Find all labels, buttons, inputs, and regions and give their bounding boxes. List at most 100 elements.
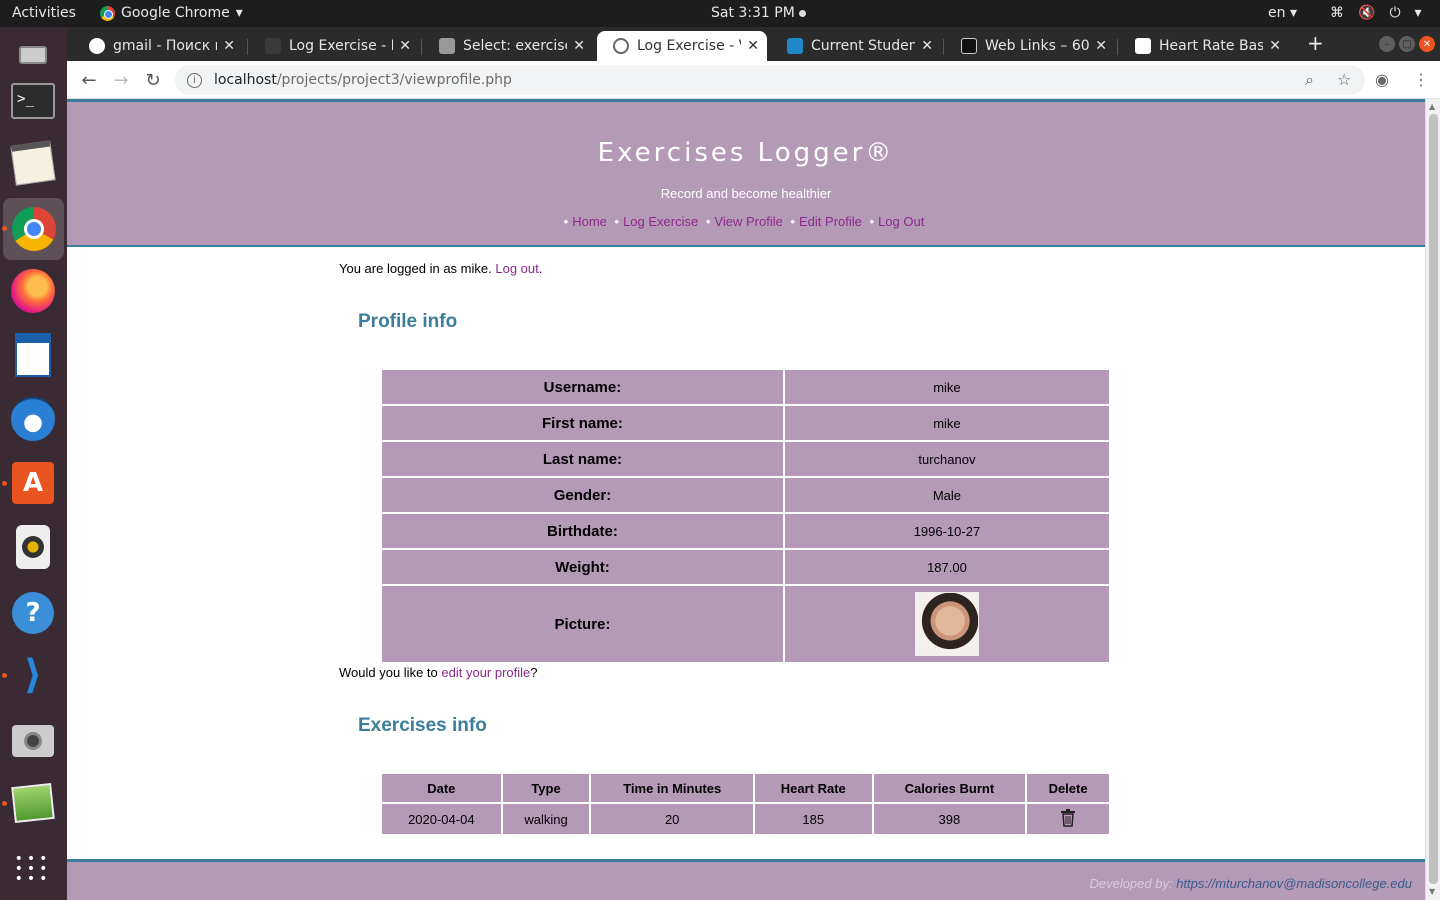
trash-icon[interactable] <box>1060 808 1076 830</box>
minimize-button[interactable]: – <box>1379 36 1395 52</box>
nav-home-link[interactable]: Home <box>572 214 607 229</box>
close-icon[interactable]: ✕ <box>1269 38 1281 54</box>
help-icon[interactable]: ? <box>9 589 57 637</box>
scroll-down-icon[interactable]: ▼ <box>1429 887 1435 896</box>
table-header-row: Date Type Time in Minutes Heart Rate Cal… <box>382 774 1109 802</box>
close-window-button[interactable]: ✕ <box>1419 36 1435 52</box>
show-apps-icon[interactable]: ••• ••• ••• <box>9 845 57 893</box>
zoom-icon[interactable]: ⌕ <box>1305 70 1314 90</box>
tab[interactable]: Current Students ✕ <box>771 31 941 61</box>
software-center-icon[interactable]: A <box>9 459 57 507</box>
app-menu-label: Google Chrome <box>121 5 230 21</box>
scroll-up-icon[interactable]: ▲ <box>1429 102 1435 111</box>
tab[interactable]: Log Exercise - Heart ✕ <box>249 31 419 61</box>
web-page: Exercises Logger® Record and become heal… <box>67 99 1425 900</box>
close-icon[interactable]: ✕ <box>399 38 411 54</box>
table-row: Username: mike <box>382 370 1109 404</box>
login-status-period: . <box>538 261 543 276</box>
new-tab-button[interactable]: + <box>1307 31 1324 55</box>
tab[interactable]: Web Links – 609 ✕ <box>945 31 1115 61</box>
bookmark-star-icon[interactable]: ☆ <box>1337 70 1351 89</box>
exercise-calories: 398 <box>873 804 1026 834</box>
developer-credit: Developed by: https://mturchanov@madison… <box>1089 876 1412 891</box>
power-icon: ⏻ <box>1389 5 1401 21</box>
url-host: localhost <box>214 72 277 88</box>
volume-mute-icon: 🔇 <box>1358 5 1376 21</box>
edit-profile-prompt: Would you like to edit your profile? <box>339 665 538 680</box>
chevron-down-icon: ▾ <box>235 5 243 21</box>
tab-title: gmail - Поиск в Google <box>113 38 217 54</box>
edit-profile-link[interactable]: edit your profile <box>441 665 530 680</box>
close-icon[interactable]: ✕ <box>1095 38 1107 54</box>
firefox-icon[interactable] <box>9 267 57 315</box>
column-header: Heart Rate <box>754 774 872 802</box>
tab[interactable]: gmail - Поиск в Google ✕ <box>73 31 243 61</box>
thunderbird-icon[interactable] <box>9 395 57 443</box>
running-indicator <box>2 481 7 486</box>
profile-label: Birthdate: <box>382 514 783 548</box>
site-footer: Developed by: https://mturchanov@madison… <box>67 859 1425 900</box>
close-icon[interactable]: ✕ <box>747 38 759 54</box>
tab[interactable]: Select: exercise_log ✕ <box>423 31 593 61</box>
tab-active[interactable]: Log Exercise - View ✕ <box>597 31 767 61</box>
language-label: en <box>1268 5 1286 21</box>
logout-link[interactable]: Log out <box>495 261 538 276</box>
globe-icon <box>613 38 629 54</box>
profile-avatar-icon[interactable]: ◉ <box>1375 70 1389 89</box>
chrome-icon[interactable] <box>3 198 64 260</box>
tab-title: Select: exercise_log <box>463 38 567 54</box>
page-scrollbar[interactable]: ▲ ▼ <box>1425 99 1440 900</box>
browser-toolbar: ← → ↻ i localhost/projects/project3/view… <box>67 61 1440 99</box>
language-menu[interactable]: en ▾ <box>1268 5 1297 21</box>
column-header: Calories Burnt <box>873 774 1026 802</box>
image-viewer-icon[interactable] <box>9 779 57 827</box>
profile-value: 187.00 <box>784 550 1109 584</box>
activities-button[interactable]: Activities <box>12 5 76 21</box>
text-editor-icon[interactable] <box>9 139 57 187</box>
system-menu[interactable]: ⌘ 🔇 ⏻ ▾ <box>1330 5 1422 21</box>
tab[interactable]: Heart Rate Based ✕ <box>1119 31 1289 61</box>
back-button[interactable]: ← <box>78 69 100 91</box>
tab-divider <box>1117 39 1118 55</box>
running-indicator <box>2 226 7 231</box>
clock[interactable]: Sat 3:31 PM <box>711 5 806 21</box>
files-icon[interactable] <box>9 31 57 79</box>
profile-value: mike <box>784 370 1109 404</box>
nav-bullet: • <box>869 214 875 229</box>
tab-divider <box>421 39 422 55</box>
scrollbar-thumb[interactable] <box>1429 114 1438 884</box>
developer-link[interactable]: https://mturchanov@madisoncollege.edu <box>1176 876 1412 891</box>
terminal-icon[interactable]: >_ <box>9 77 57 125</box>
site-tagline: Record and become healthier <box>660 186 832 201</box>
login-status-text: You are logged in as mike. <box>339 261 492 276</box>
close-icon[interactable]: ✕ <box>921 38 933 54</box>
nav-log-out-link[interactable]: Log Out <box>878 214 924 229</box>
tab-divider <box>247 39 248 55</box>
table-row: Picture: <box>382 586 1109 662</box>
address-bar[interactable]: i localhost/projects/project3/viewprofil… <box>175 65 1365 95</box>
reload-button[interactable]: ↻ <box>142 69 164 91</box>
nav-log-exercise-link[interactable]: Log Exercise <box>623 214 698 229</box>
profile-table: Username: mike First name: mike Last nam… <box>380 368 1111 664</box>
close-icon[interactable]: ✕ <box>223 38 235 54</box>
rhythmbox-icon[interactable] <box>9 523 57 571</box>
nav-view-profile-link[interactable]: View Profile <box>714 214 782 229</box>
maximize-button[interactable]: □ <box>1399 36 1415 52</box>
nav-edit-profile-link[interactable]: Edit Profile <box>799 214 862 229</box>
app-menu[interactable]: Google Chrome ▾ <box>100 5 243 21</box>
menu-kebab-icon[interactable]: ⋮ <box>1413 70 1429 89</box>
screenshot-icon[interactable] <box>9 717 57 765</box>
info-icon[interactable]: i <box>187 72 202 88</box>
profile-heading: Profile info <box>358 311 458 332</box>
vscode-icon[interactable]: ⟩ <box>9 651 57 699</box>
profile-label: First name: <box>382 406 783 440</box>
writer-icon[interactable] <box>9 331 57 379</box>
profile-label: Last name: <box>382 442 783 476</box>
close-icon[interactable]: ✕ <box>573 38 585 54</box>
tab-strip: gmail - Поиск в Google ✕ Log Exercise - … <box>67 27 1440 61</box>
page-favicon-icon <box>265 38 281 54</box>
forward-button[interactable]: → <box>110 69 132 91</box>
nav-bullet: • <box>790 214 796 229</box>
exercise-heart-rate: 185 <box>754 804 872 834</box>
network-icon: ⌘ <box>1330 5 1344 21</box>
